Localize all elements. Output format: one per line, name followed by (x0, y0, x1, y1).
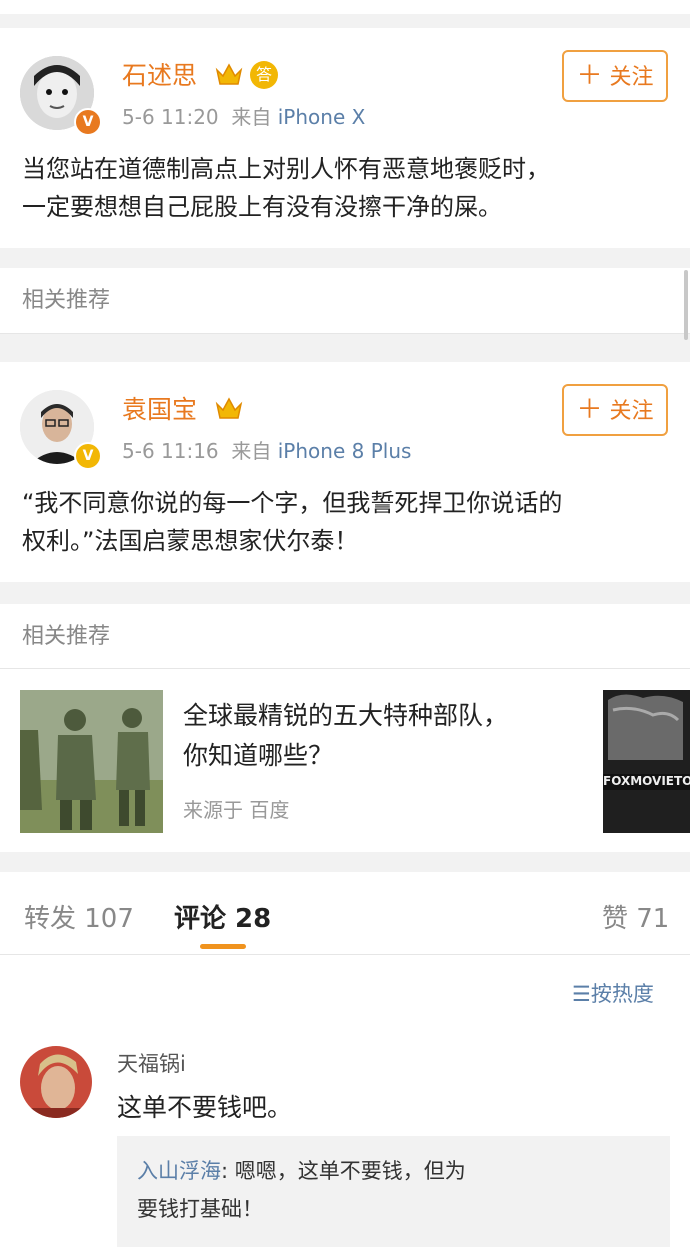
username[interactable]: 石述思 (122, 61, 197, 91)
post-time: 5-6 11:20 (122, 105, 219, 129)
answer-badge-icon: 答 (250, 61, 278, 89)
scrollbar[interactable] (684, 270, 688, 340)
username[interactable]: 袁国宝 (122, 395, 197, 425)
post-meta: 5-6 11:16 来自 iPhone 8 Plus (122, 438, 411, 464)
recommend-item[interactable]: 全球最精锐的五大特种部队， 你知道哪些？ 来源于 百度 FOXMOVIETONE (0, 668, 690, 852)
from-label: 来自 (231, 105, 272, 129)
post-text[interactable]: 当您站在道德制高点上对别人怀有恶意地褒贬时， 一定要想想自己屁股上有没有没擦干净… (22, 150, 672, 226)
recommend-label: 相关推荐 (22, 288, 111, 313)
crown-icon (215, 397, 243, 419)
post-card-1[interactable]: V 石述思 答 5-6 11:20 来自 iPhone X ＋ 关注 当您站在道… (0, 28, 690, 248)
reply-box[interactable]: 入山浮海: 嗯嗯，这单不要钱，但为 要钱打基础！ (117, 1136, 670, 1247)
avatar[interactable] (20, 1046, 92, 1118)
crown-icon (215, 63, 243, 85)
recommend-label: 相关推荐 (22, 624, 111, 649)
device-link[interactable]: iPhone X (278, 105, 366, 129)
plus-icon: ＋ (576, 61, 603, 91)
top-strip (0, 0, 690, 14)
comment-username[interactable]: 天福锅i (117, 1048, 186, 1078)
comment-item[interactable]: 天福锅i 这单不要钱吧。 入山浮海: 嗯嗯，这单不要钱，但为 要钱打基础！ (0, 1042, 690, 1247)
post-card-2[interactable]: V 袁国宝 5-6 11:16 来自 iPhone 8 Plus ＋ 关注 “我… (0, 362, 690, 582)
side-image-text: FOXMOVIETONE (603, 774, 690, 788)
recommend-thumbnail[interactable] (20, 690, 163, 833)
tab-active-indicator (200, 944, 246, 949)
post-text[interactable]: “我不同意你说的每一个字，但我誓死捍卫你说话的 权利。”法国启蒙思想家伏尔泰！ (22, 484, 672, 560)
recommend-section-1: 相关推荐 (0, 268, 690, 334)
side-thumbnail[interactable]: FOXMOVIETONE (603, 690, 690, 833)
tab-comment[interactable]: 评论 28 (174, 898, 271, 935)
tab-like[interactable]: 赞 71 (602, 898, 669, 935)
verified-badge-icon: V (74, 108, 102, 136)
follow-button[interactable]: ＋ 关注 (562, 384, 668, 436)
comment-text[interactable]: 这单不要钱吧。 (117, 1088, 292, 1124)
comments-panel: 转发 107 评论 28 赞 71 ☰按热度 天福锅i 这单不要钱吧。 入山浮海… (0, 872, 690, 1247)
sort-icon: ☰ (572, 982, 591, 1006)
reply-content: 入山浮海: 嗯嗯，这单不要钱，但为 要钱打基础！ (137, 1159, 466, 1221)
post-time: 5-6 11:16 (122, 439, 219, 463)
post-meta: 5-6 11:20 来自 iPhone X (122, 104, 365, 130)
tab-repost[interactable]: 转发 107 (24, 898, 134, 935)
reply-username[interactable]: 入山浮海 (137, 1159, 221, 1183)
from-label: 来自 (231, 439, 272, 463)
recommend-title[interactable]: 全球最精锐的五大特种部队， 你知道哪些？ (183, 696, 508, 776)
device-link[interactable]: iPhone 8 Plus (278, 439, 412, 463)
divider (0, 954, 690, 955)
recommend-section-2: 相关推荐 全球最精锐的五大特种部队， 你知道哪些？ 来源于 百度 FOXMOVI… (0, 604, 690, 852)
follow-button[interactable]: ＋ 关注 (562, 50, 668, 102)
divider (0, 333, 690, 334)
sort-button[interactable]: ☰按热度 (572, 978, 654, 1008)
verified-badge-icon: V (74, 442, 102, 470)
plus-icon: ＋ (576, 395, 603, 425)
recommend-source: 来源于 百度 (183, 798, 290, 822)
